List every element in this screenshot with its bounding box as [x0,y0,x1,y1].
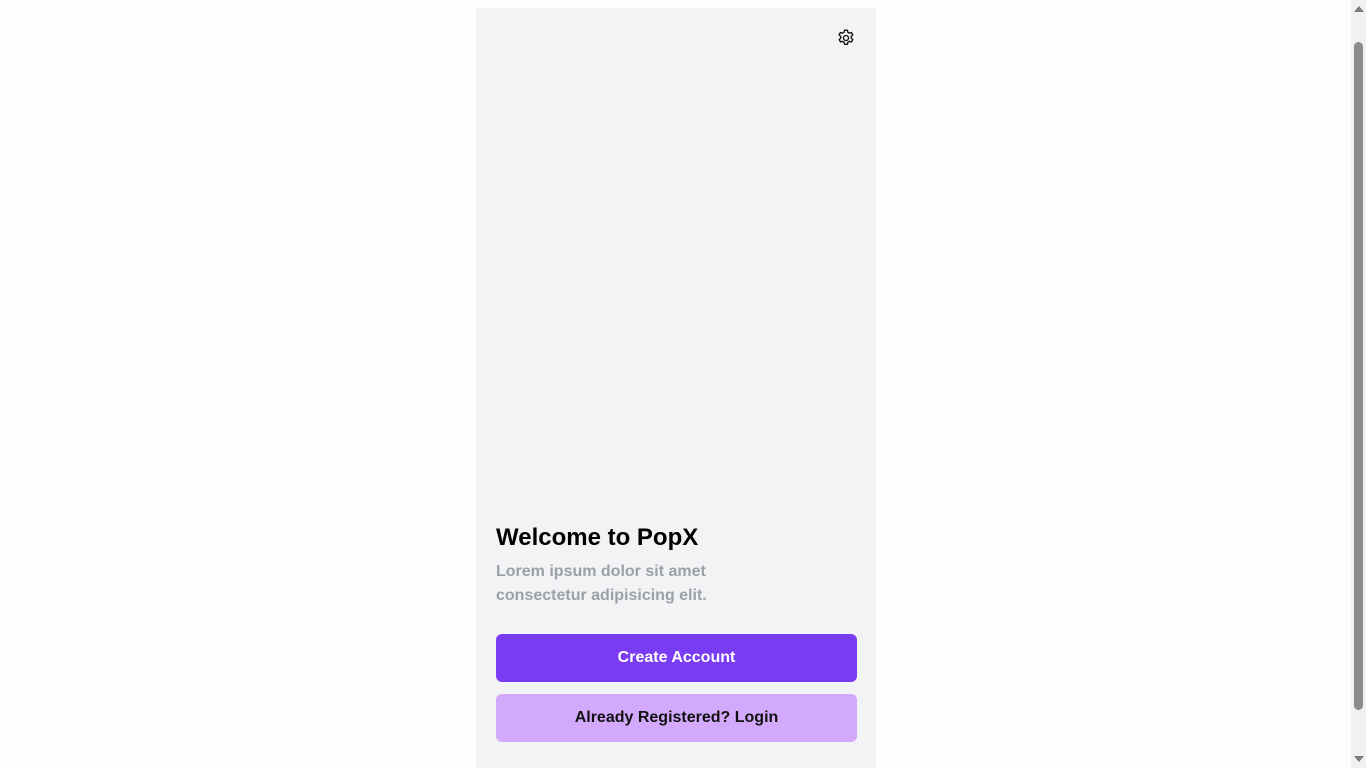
browser-viewport: Welcome to PopX Lorem ipsum dolor sit am… [0,0,1351,768]
welcome-section: Welcome to PopX Lorem ipsum dolor sit am… [496,522,857,742]
page-subtitle: Lorem ipsum dolor sit amet consectetur a… [496,560,736,608]
login-button[interactable]: Already Registered? Login [496,694,857,742]
scroll-thumb[interactable] [1354,42,1363,710]
app-screen: Welcome to PopX Lorem ipsum dolor sit am… [476,8,876,768]
subtitle-line-1: Lorem ipsum dolor sit amet [496,563,706,580]
create-account-button[interactable]: Create Account [496,634,857,682]
subtitle-line-2: consectetur adipisicing elit. [496,587,707,604]
scroll-down-arrow-icon[interactable] [1354,756,1364,762]
page-title: Welcome to PopX [496,524,699,551]
scroll-up-arrow-icon[interactable] [1354,6,1364,12]
settings-button[interactable] [836,28,856,48]
gear-icon [836,28,856,48]
page-scrollbar[interactable] [1351,0,1366,768]
